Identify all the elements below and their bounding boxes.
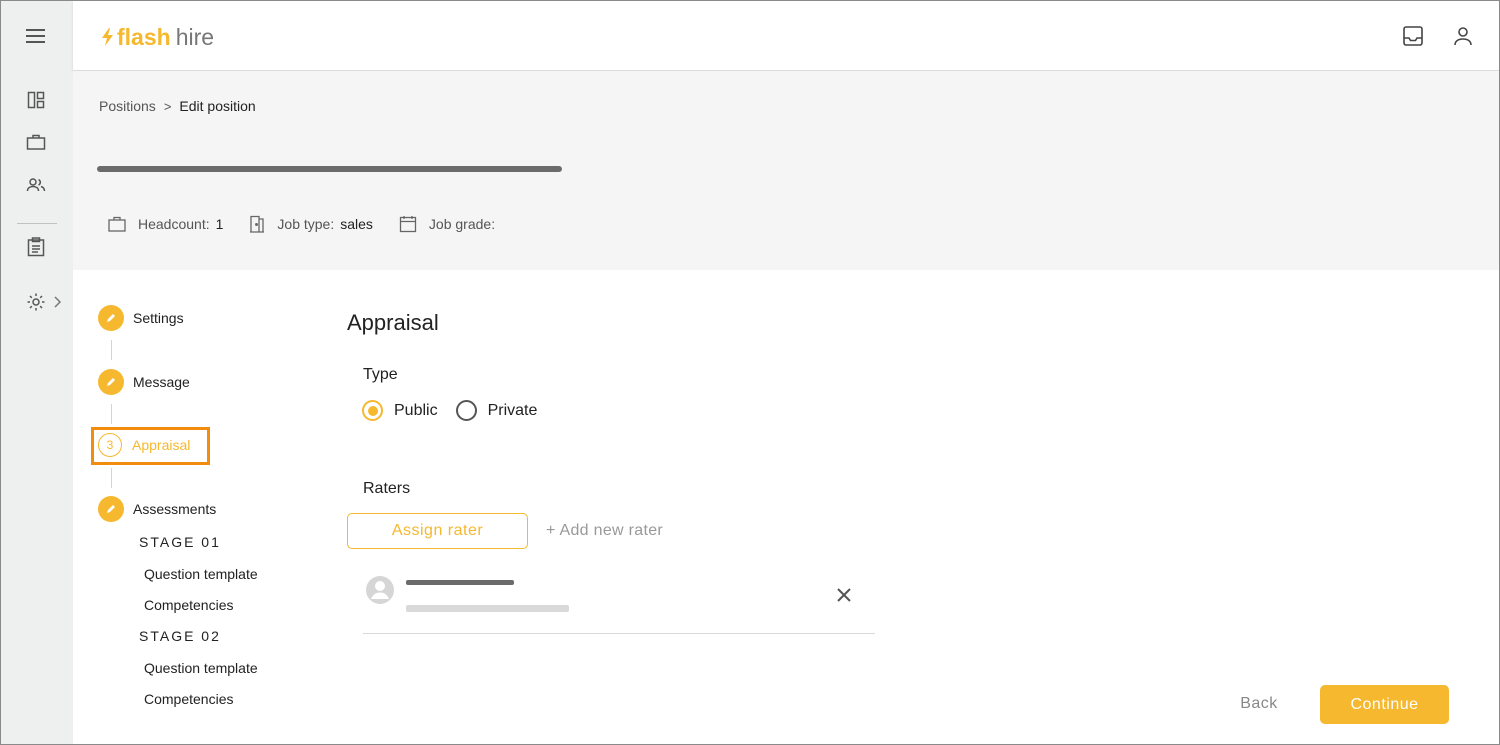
step-appraisal[interactable]: 3 Appraisal: [98, 433, 190, 457]
rail-divider: [17, 223, 57, 224]
position-summary: Positions > Edit position Headcount: 1 J…: [73, 71, 1499, 270]
type-label: Type: [363, 366, 398, 383]
rater-name-placeholder: [406, 580, 514, 585]
account-icon[interactable]: [1452, 25, 1474, 52]
rater-row: [363, 565, 875, 634]
edit-icon: [98, 496, 124, 522]
calendar-icon: [399, 216, 417, 233]
job-grade-label: Job grade:: [428, 216, 496, 232]
step-connector: [111, 404, 112, 424]
chevron-right-icon[interactable]: [52, 295, 62, 309]
top-header: flash hire: [73, 1, 1499, 71]
briefcase-icon[interactable]: [26, 133, 46, 151]
door-icon: [250, 215, 265, 233]
step-connector: [111, 340, 112, 360]
close-icon[interactable]: [835, 586, 853, 609]
breadcrumb-positions[interactable]: Positions: [99, 98, 156, 114]
continue-button[interactable]: Continue: [1320, 685, 1449, 724]
bolt-icon: [102, 28, 113, 46]
radio-public[interactable]: [362, 400, 383, 421]
stage-01-competencies[interactable]: Competencies: [144, 597, 234, 613]
inbox-icon[interactable]: [1402, 25, 1424, 52]
job-type-value: sales: [340, 216, 373, 232]
gear-icon[interactable]: [26, 292, 46, 312]
back-button[interactable]: Back: [1227, 691, 1291, 717]
step-settings[interactable]: Settings: [98, 305, 184, 331]
section-title: Appraisal: [347, 310, 439, 335]
position-title-placeholder: [97, 166, 562, 172]
job-type-label: Job type:: [277, 216, 335, 232]
rater-email-placeholder: [406, 605, 569, 612]
side-rail: [1, 1, 73, 744]
avatar-icon: [365, 575, 395, 610]
edit-icon: [98, 305, 124, 331]
step-label: Appraisal: [132, 437, 191, 453]
briefcase-icon: [108, 216, 126, 232]
assign-rater-button[interactable]: Assign rater: [347, 513, 528, 549]
step-message[interactable]: Message: [98, 369, 190, 395]
stage-02-label[interactable]: STAGE 02: [139, 628, 221, 644]
position-meta: Headcount: 1 Job type: sales Job grade:: [108, 215, 527, 233]
app-logo[interactable]: flash hire: [99, 23, 214, 51]
job-grade-group: Job grade:: [399, 215, 501, 233]
stage-02-question-template[interactable]: Question template: [144, 660, 258, 676]
logo-hire-text: hire: [175, 24, 215, 50]
clipboard-icon[interactable]: [27, 237, 45, 257]
headcount-group: Headcount: 1: [108, 216, 223, 232]
step-number: 3: [98, 433, 122, 457]
step-assessments[interactable]: Assessments: [98, 496, 216, 522]
dashboard-icon[interactable]: [27, 91, 45, 109]
stage-02-competencies[interactable]: Competencies: [144, 691, 234, 707]
radio-private-label[interactable]: Private: [488, 402, 538, 420]
step-connector: [111, 468, 112, 488]
stage-01-label[interactable]: STAGE 01: [139, 534, 221, 550]
step-label: Settings: [133, 310, 184, 326]
breadcrumb: Positions > Edit position: [99, 98, 256, 114]
headcount-value: 1: [215, 216, 224, 232]
job-type-group: Job type: sales: [249, 215, 373, 233]
logo-flash-text: flash: [117, 24, 171, 50]
radio-private[interactable]: [455, 400, 477, 421]
headcount-label: Headcount:: [138, 216, 210, 232]
menu-icon[interactable]: [25, 27, 47, 45]
edit-icon: [98, 369, 124, 395]
app-window: flash hire Positions > Edit position Hea…: [0, 0, 1500, 745]
raters-label: Raters: [363, 480, 411, 497]
breadcrumb-separator: >: [163, 98, 172, 114]
add-new-rater-link[interactable]: + Add new rater: [546, 522, 663, 540]
breadcrumb-current: Edit position: [179, 98, 256, 114]
step-label: Assessments: [133, 501, 217, 517]
radio-public-label[interactable]: Public: [394, 402, 438, 420]
step-label: Message: [133, 374, 190, 390]
people-icon[interactable]: [26, 177, 46, 193]
type-radio-group: Public Private: [362, 400, 537, 421]
stage-01-question-template[interactable]: Question template: [144, 566, 258, 582]
